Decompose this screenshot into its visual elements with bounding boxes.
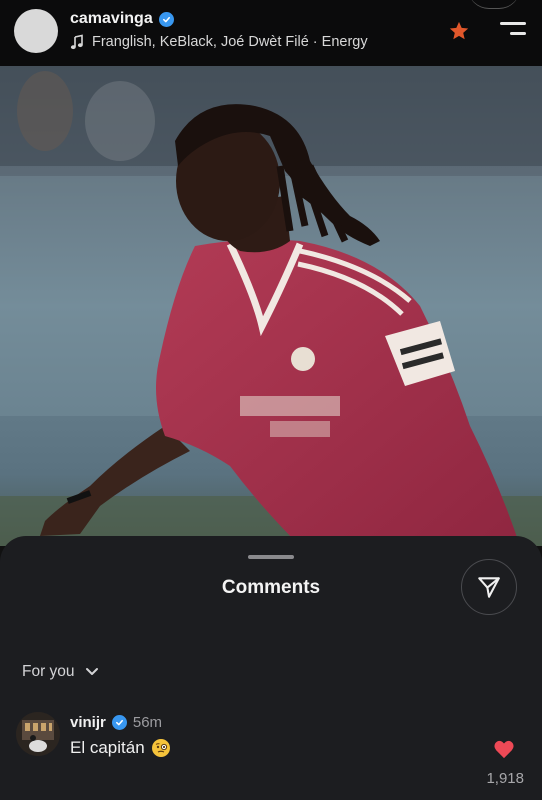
profile-avatar[interactable] [14,9,58,53]
sheet-grabber[interactable] [248,555,294,559]
comment-filter-dropdown[interactable]: For you [22,663,99,681]
send-icon [478,577,500,598]
share-button[interactable] [461,559,517,615]
verified-badge-icon [158,11,174,27]
verified-badge-icon [111,715,127,730]
top-arc-decoration [468,0,520,9]
music-note-icon [70,34,83,50]
commenter-avatar[interactable] [16,712,60,756]
face-with-monocle-emoji [151,739,170,757]
menu-icon[interactable] [498,19,526,41]
reel-screen: camavinga Franglish, KeBlack, Joé Dwèt F… [0,0,542,800]
comment-username[interactable]: vinijr [70,714,106,731]
chevron-down-icon [85,668,98,675]
star-icon[interactable] [448,20,470,42]
like-count: 1,918 [486,770,524,787]
comments-sheet: Comments For you vinijr 56m El capitán 1… [0,536,542,800]
menu-line-top [500,22,526,25]
username[interactable]: camavinga [70,10,153,28]
comment-body: El capitán [70,738,171,758]
comment-time: 56m [132,714,163,731]
music-label: Franglish, KeBlack, Joé Dwèt Filé · Ener… [92,34,368,50]
post-header: camavinga Franglish, KeBlack, Joé Dwèt F… [0,0,542,66]
filter-label: For you [22,663,75,680]
music-info[interactable]: Franglish, KeBlack, Joé Dwèt Filé · Ener… [70,34,368,50]
heart-filled-icon[interactable] [493,739,515,759]
menu-line-bottom [510,32,526,35]
comment-text: El capitán [70,738,145,757]
username-row[interactable]: camavinga [70,10,174,28]
reel-photo[interactable] [0,66,542,546]
comment-header: vinijr 56m [70,714,162,731]
